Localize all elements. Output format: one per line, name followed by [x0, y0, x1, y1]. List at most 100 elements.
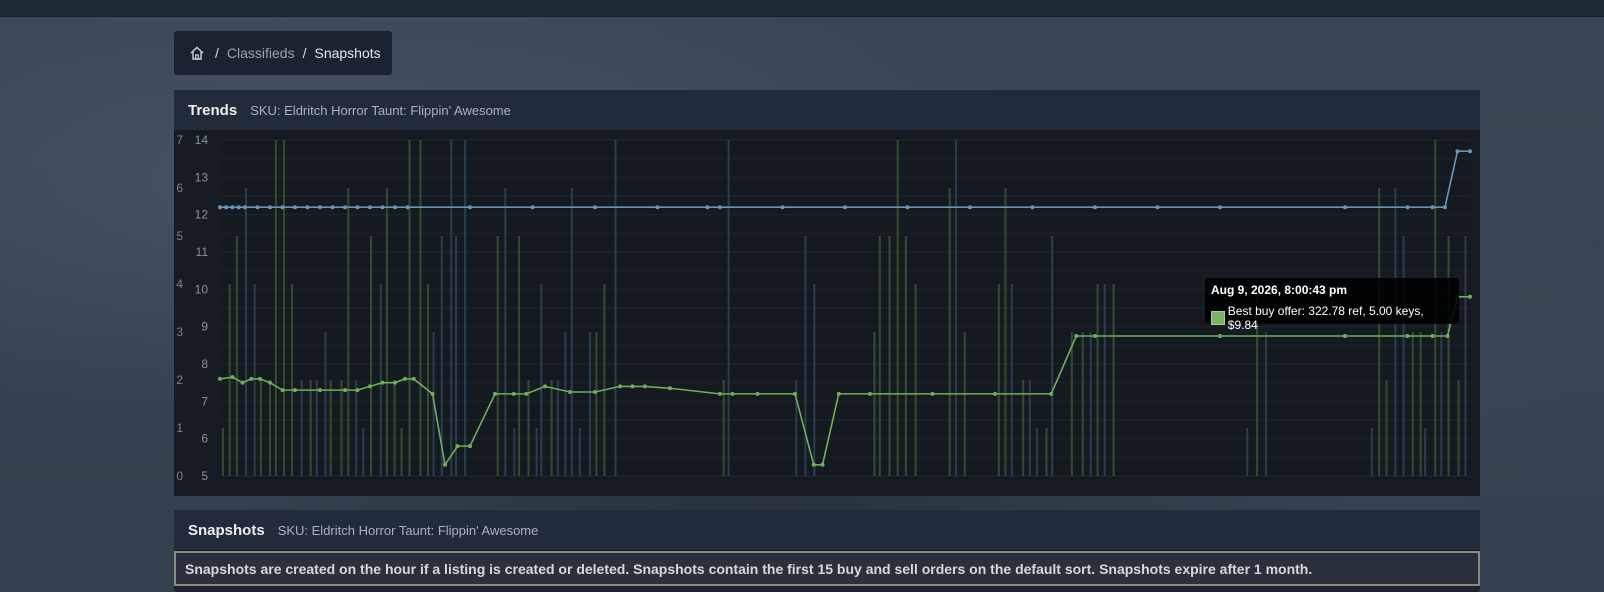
trends-sku: SKU: Eldritch Horror Taunt: Flippin' Awe… [250, 102, 511, 118]
volume-bar [1045, 428, 1048, 476]
volume-bar [1402, 236, 1405, 476]
volume-bar [914, 284, 917, 476]
buy-series-point [930, 391, 935, 396]
volume-bar [1464, 236, 1467, 476]
sell-series-point [293, 205, 297, 210]
sell-series-point [224, 205, 229, 210]
buy-series-point [240, 380, 245, 385]
breadcrumb: / Classifieds / Snapshots [174, 31, 392, 75]
sell-series-point [380, 205, 385, 210]
top-navbar [0, 0, 1604, 17]
volume-bar [1394, 188, 1397, 476]
snapshots-sku: SKU: Eldritch Horror Taunt: Flippin' Awe… [277, 522, 539, 538]
buy-series-point [230, 375, 235, 380]
buy-series-point [836, 391, 841, 396]
y-tick-label-right: 10 [195, 282, 209, 296]
snapshots-notice: Snapshots are created on the hour if a l… [174, 551, 1480, 586]
volume-bar [589, 332, 592, 476]
volume-bar [300, 380, 303, 476]
volume-bar [221, 428, 224, 476]
volume-bar [727, 140, 730, 476]
buy-series-point [393, 380, 397, 385]
buy-series-point [380, 380, 385, 385]
volume-bar [1051, 236, 1054, 476]
buy-series-point [1405, 334, 1410, 338]
buy-series-point [511, 391, 516, 396]
buy-series-point [355, 388, 360, 393]
sell-series-point [343, 205, 347, 210]
sell-series-point [1405, 205, 1410, 210]
volume-bar [419, 140, 422, 476]
volume-bar [1424, 428, 1427, 476]
volume-bar [570, 188, 573, 476]
volume-bar [1457, 380, 1460, 476]
volume-bar [614, 140, 617, 476]
volume-bar [535, 428, 538, 476]
buy-series-point [343, 388, 347, 393]
volume-bar [564, 332, 567, 476]
volume-bar [309, 380, 312, 476]
buy-series-point [1093, 334, 1097, 338]
volume-bar [578, 428, 581, 476]
sell-series-point [305, 205, 310, 210]
buy-series-point [630, 384, 635, 389]
buy-series-point [1445, 334, 1450, 338]
breadcrumb-classifieds-link[interactable]: Classifieds [227, 45, 295, 61]
sell-series-point [405, 205, 410, 210]
volume-bar [1010, 284, 1013, 476]
volume-bar [873, 332, 876, 476]
buy-series-point [218, 376, 222, 381]
y-tick-label-right: 5 [201, 469, 208, 483]
volume-bar [244, 188, 247, 476]
volume-bar [496, 236, 499, 476]
buy-series-point [793, 391, 797, 396]
y-tick-label-right: 6 [201, 432, 208, 446]
volume-bar [603, 284, 606, 476]
volume-bar [1265, 332, 1268, 476]
sell-series-point [655, 205, 660, 210]
snapshots-title: Snapshots [188, 521, 265, 539]
buy-series-point [524, 391, 529, 396]
y-tick-label-left: 2 [176, 373, 183, 387]
volume-bar [408, 140, 411, 476]
buy-series-point [249, 376, 254, 381]
buy-series-point [755, 391, 760, 396]
tooltip-label: Best buy offer: 322.78 ref, 5.00 keys, $… [1227, 304, 1424, 332]
y-tick-label-left: 7 [176, 133, 183, 147]
volume-bar [813, 284, 816, 476]
y-tick-label-left: 0 [176, 469, 183, 483]
volume-bar [274, 140, 277, 476]
sell-series-point [355, 205, 360, 210]
sell-series-point [1343, 205, 1347, 210]
buy-series-point [811, 462, 816, 467]
buy-series-point [543, 384, 547, 389]
buy-series-point [258, 376, 262, 381]
volume-bar [393, 380, 396, 476]
sell-series-point [236, 205, 241, 210]
buy-series-point [1218, 334, 1222, 338]
buy-series-point [268, 380, 272, 385]
home-icon[interactable] [189, 45, 205, 61]
tooltip-swatch [1211, 311, 1225, 325]
sell-series-point [780, 205, 785, 210]
breadcrumb-current: Snapshots [314, 45, 381, 61]
tooltip-title: Aug 9, 2026, 8:00:43 pm [1211, 283, 1348, 297]
sell-series-point [718, 205, 722, 210]
sell-series-point [1218, 205, 1222, 210]
y-tick-label-left: 3 [176, 325, 183, 339]
volume-bar [400, 428, 403, 476]
sell-series-point [593, 205, 597, 210]
volume-bar [804, 236, 807, 476]
volume-bar [954, 140, 957, 476]
volume-bar [1447, 236, 1450, 476]
volume-bar [1385, 380, 1388, 476]
y-tick-label-left: 5 [176, 229, 183, 243]
sell-series-point [280, 205, 285, 210]
volume-bar [1112, 284, 1115, 476]
buy-series-point [643, 384, 647, 389]
volume-bar [455, 236, 458, 476]
volume-bar [878, 236, 881, 476]
volume-bar [362, 428, 365, 476]
volume-bar [997, 284, 1000, 476]
volume-bar [268, 380, 271, 476]
